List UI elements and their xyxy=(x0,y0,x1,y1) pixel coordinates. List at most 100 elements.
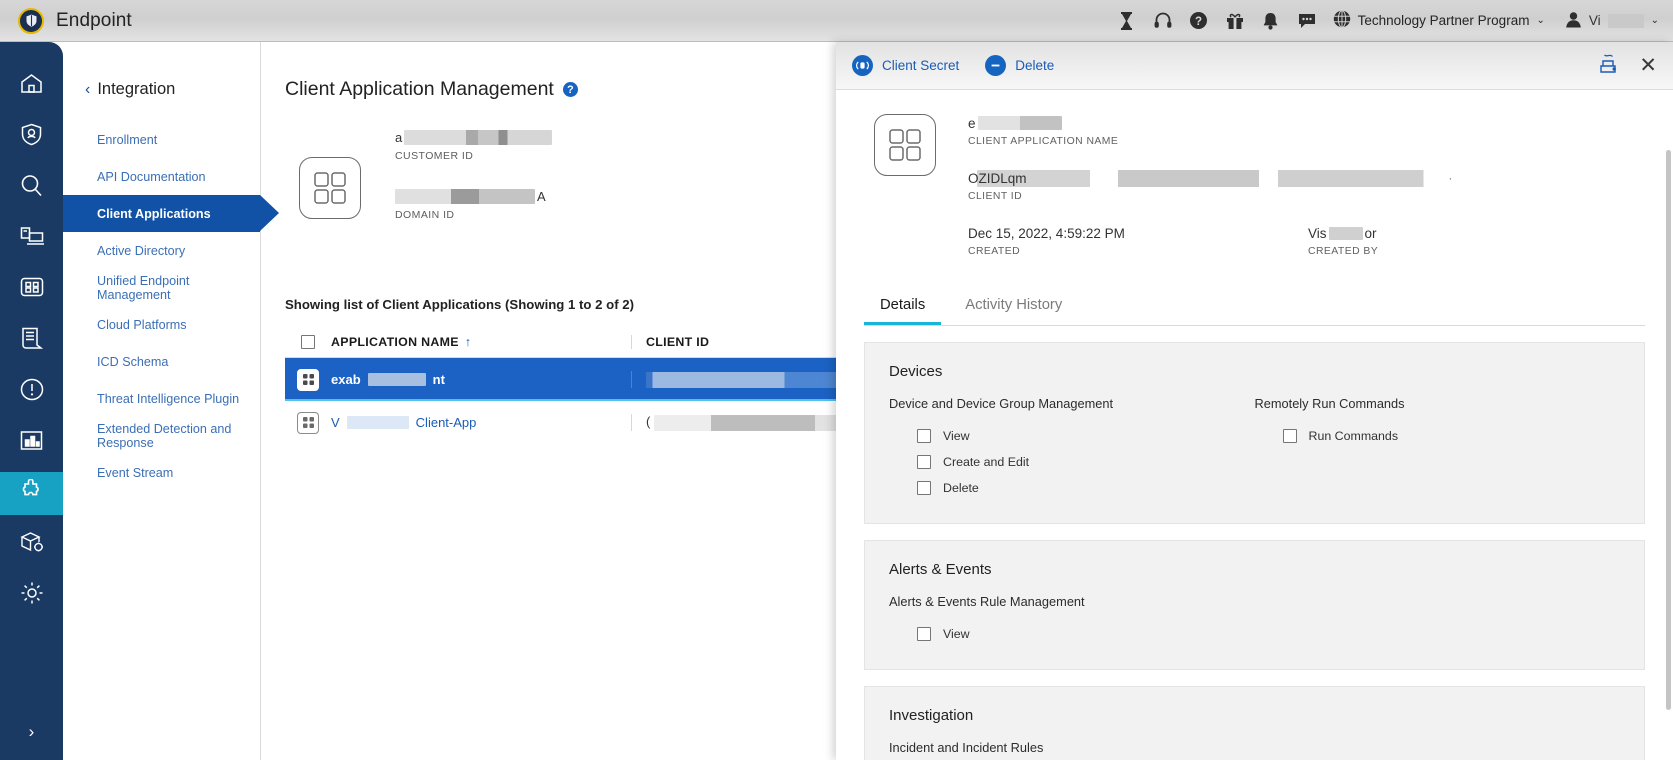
sidebar-item-icd-schema[interactable]: ICD Schema xyxy=(63,343,260,380)
panel-toolbar-right: ✕ xyxy=(1597,53,1657,78)
sidebar-item-api-documentation[interactable]: API Documentation xyxy=(63,158,260,195)
panel-created-by-field: Vis or CREATED BY xyxy=(1308,224,1379,258)
card-column xyxy=(1255,740,1621,760)
sidebar-item-extended-detection-and-response[interactable]: Extended Detection and Response xyxy=(63,417,260,454)
delete-button[interactable]: Delete xyxy=(985,55,1054,76)
nav-label: Event Stream xyxy=(97,465,174,480)
tab-details-label: Details xyxy=(880,297,926,313)
permission-checkbox[interactable] xyxy=(917,481,931,495)
permission-row[interactable]: Delete xyxy=(889,475,1255,501)
row-icon-cell xyxy=(285,411,331,434)
card-column: Alerts & Events Rule Management View xyxy=(889,594,1255,647)
panel-body: e CLIENT APPLICATION NAME OZIDLqm · CLIE… xyxy=(836,90,1673,760)
help-icon[interactable]: ? xyxy=(1181,0,1217,42)
panel-created-field: Dec 15, 2022, 4:59:22 PM CREATED xyxy=(968,224,1308,258)
gift-icon[interactable] xyxy=(1217,0,1253,42)
bar-chart-icon xyxy=(20,430,43,456)
rail-settings[interactable] xyxy=(0,574,63,617)
panel-client-id-value: OZIDLqm xyxy=(968,170,1027,186)
permission-row[interactable]: View xyxy=(889,423,1255,449)
sidebar-item-unified-endpoint-management[interactable]: Unified Endpoint Management xyxy=(63,269,260,306)
nav-label: Enrollment xyxy=(97,132,158,147)
client-application-detail-panel: Client Secret Delete ✕ e CLIENT APPLICAT… xyxy=(836,42,1673,760)
user-menu[interactable]: Vi ⌄ xyxy=(1565,11,1659,31)
rail-applications[interactable] xyxy=(0,268,63,311)
panel-created-by-label: CREATED BY xyxy=(1308,246,1379,257)
card-title: Investigation xyxy=(889,707,974,724)
redacted-client-id xyxy=(976,169,1447,187)
rail-expand-button[interactable]: › xyxy=(29,722,35,742)
column-application-name[interactable]: APPLICATION NAME ↑ xyxy=(331,335,631,349)
rail-devices[interactable] xyxy=(0,217,63,260)
partner-program-menu[interactable]: Technology Partner Program ⌄ xyxy=(1333,10,1545,31)
permission-checkbox[interactable] xyxy=(917,455,931,469)
permission-checkbox[interactable] xyxy=(917,627,931,641)
row-application-name-cell[interactable]: V Client-App xyxy=(331,415,631,430)
package-gear-icon xyxy=(19,531,44,558)
rail-analytics[interactable] xyxy=(0,421,63,464)
brand[interactable]: Endpoint xyxy=(18,7,132,34)
redacted-application-name xyxy=(367,373,426,386)
redacted-application-name xyxy=(346,416,409,429)
client-secret-button[interactable]: Client Secret xyxy=(852,55,959,76)
user-name: Vi xyxy=(1588,13,1601,28)
select-all-checkbox-cell[interactable] xyxy=(285,334,331,349)
partner-program-label: Technology Partner Program xyxy=(1357,13,1530,28)
apps-grid-icon xyxy=(297,368,319,391)
sidebar-item-active-directory[interactable]: Active Directory xyxy=(63,232,260,269)
sidebar-item-event-stream[interactable]: Event Stream xyxy=(63,454,260,491)
chevron-left-icon: ‹ xyxy=(85,80,91,98)
redacted-customer-id xyxy=(404,130,553,145)
bell-icon[interactable] xyxy=(1253,0,1289,42)
page-title-text: Client Application Management xyxy=(285,78,554,100)
permission-checkbox[interactable] xyxy=(1282,429,1297,443)
sidebar-item-client-applications[interactable]: Client Applications xyxy=(63,195,279,232)
close-icon[interactable]: ✕ xyxy=(1639,55,1657,76)
rail-packages[interactable] xyxy=(0,523,63,566)
row-icon-cell xyxy=(285,368,331,391)
redacted-user-name xyxy=(1607,13,1644,28)
panel-summary: e CLIENT APPLICATION NAME OZIDLqm · CLIE… xyxy=(836,90,1673,279)
tab-details[interactable]: Details xyxy=(864,287,942,325)
card-column xyxy=(1255,594,1621,647)
sidebar-item-threat-intelligence-plugin[interactable]: Threat Intelligence Plugin xyxy=(63,380,260,417)
header-actions: ? Technology Partner Program ⌄ Vi ⌄ xyxy=(1109,0,1673,42)
customer-id-value-row: a xyxy=(395,129,553,146)
rail-alerts[interactable] xyxy=(0,370,63,413)
card-column: Remotely Run Commands Run Commands xyxy=(1255,396,1621,501)
panel-client-id-value-row: OZIDLqm · xyxy=(968,169,1453,187)
column-client-id-label: CLIENT ID xyxy=(646,334,710,349)
hourglass-icon[interactable] xyxy=(1109,0,1145,42)
permission-checkbox[interactable] xyxy=(917,429,931,443)
headset-icon[interactable] xyxy=(1145,0,1181,42)
rail-integration[interactable] xyxy=(0,472,63,515)
alert-icon xyxy=(20,378,44,406)
rail-security[interactable] xyxy=(0,115,63,158)
key-broadcast-icon xyxy=(852,55,873,76)
row-application-name-suffix: Client-App xyxy=(415,415,477,430)
row-application-name-cell[interactable]: exab nt xyxy=(331,372,631,387)
apps-grid-icon xyxy=(299,157,361,219)
select-all-checkbox[interactable] xyxy=(301,334,315,349)
chat-icon[interactable] xyxy=(1289,0,1325,42)
panel-created-label: CREATED xyxy=(968,246,1021,257)
help-icon[interactable]: ? xyxy=(562,82,578,97)
sidebar-item-cloud-platforms[interactable]: Cloud Platforms xyxy=(63,306,260,343)
panel-scrollbar[interactable] xyxy=(1666,150,1671,710)
panel-client-application-name-label: CLIENT APPLICATION NAME xyxy=(968,136,1119,147)
sidebar-item-enrollment[interactable]: Enrollment xyxy=(63,121,260,158)
permission-row[interactable]: Create and Edit xyxy=(889,449,1255,475)
panel-client-application-name-value: e xyxy=(968,115,976,131)
permission-row[interactable]: Run Commands xyxy=(1255,423,1621,449)
nav-back-integration[interactable]: ‹ Integration xyxy=(63,42,260,99)
permission-row[interactable]: View xyxy=(889,621,1255,647)
tenant-fields: a CUSTOMER ID A DOMAIN ID xyxy=(395,129,553,247)
rail-reports[interactable] xyxy=(0,319,63,362)
rail-search[interactable] xyxy=(0,166,63,209)
client-secret-label: Client Secret xyxy=(882,58,960,73)
apps-grid-icon xyxy=(297,411,319,434)
panel-created-by-value-prefix: Vis xyxy=(1308,225,1327,241)
tab-activity-history[interactable]: Activity History xyxy=(949,287,1078,325)
rail-home[interactable] xyxy=(0,64,63,107)
export-icon[interactable] xyxy=(1597,53,1619,78)
